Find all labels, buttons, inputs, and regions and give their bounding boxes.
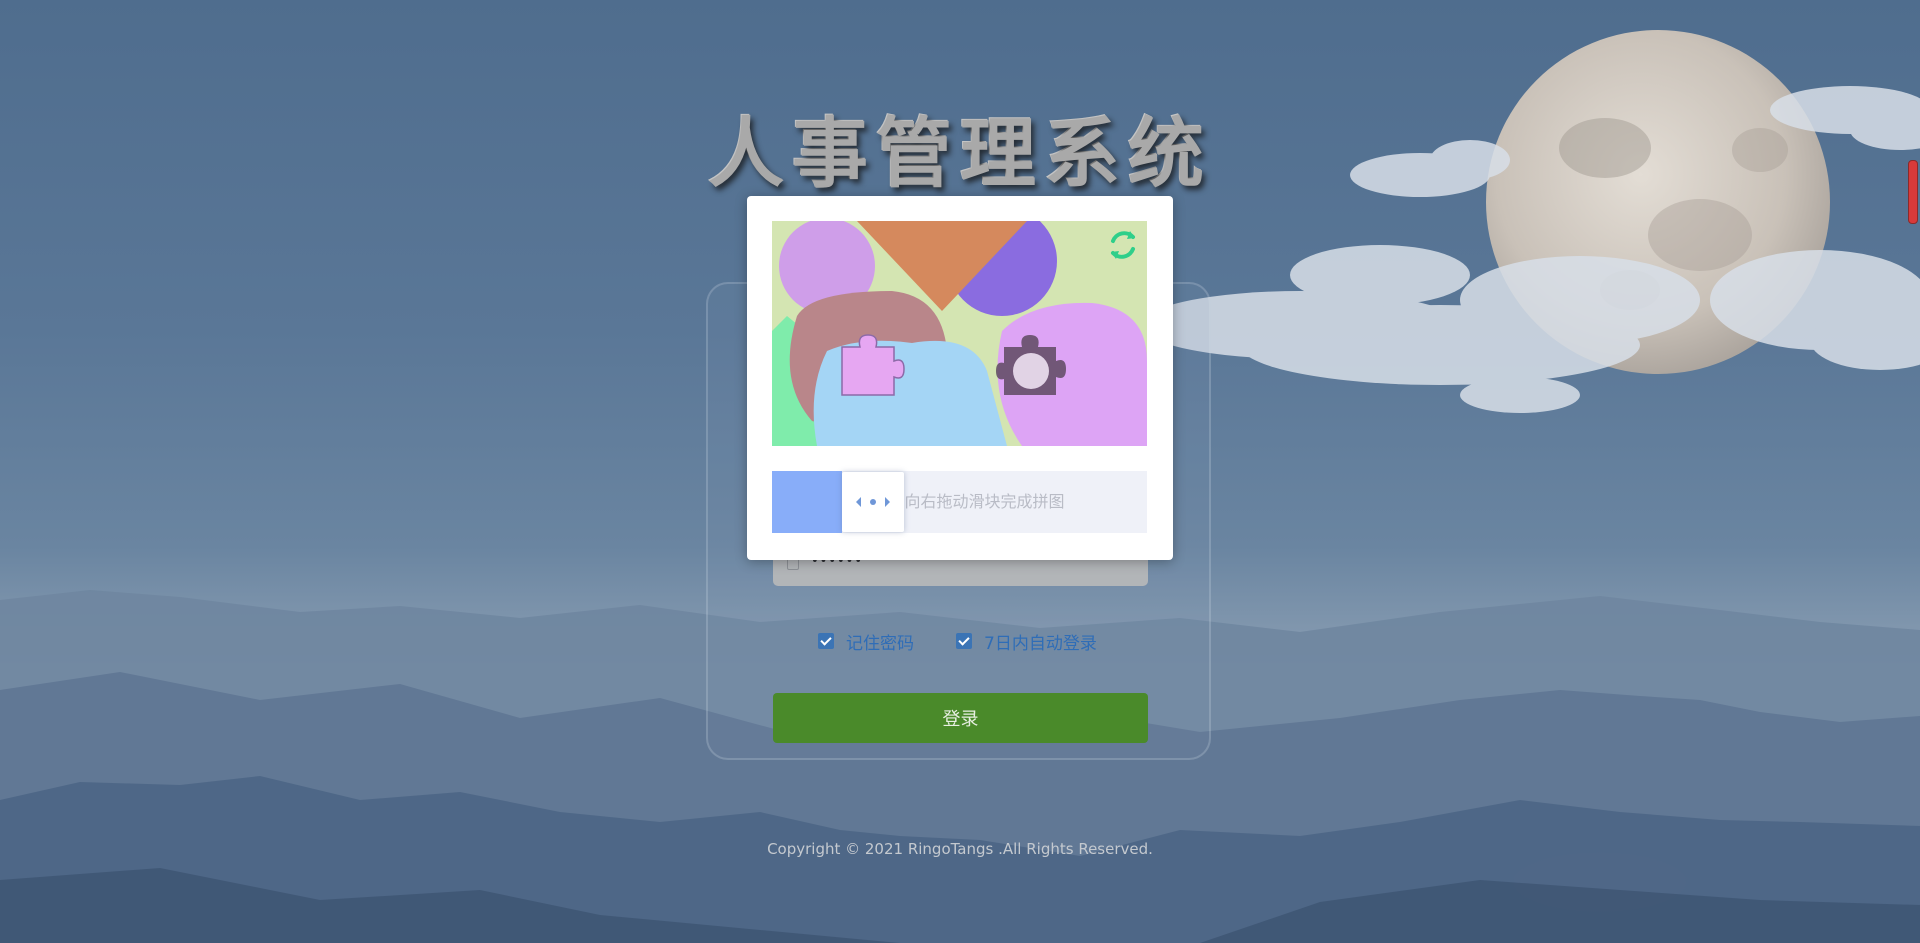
slider-captcha-popup: 向右拖动滑块完成拼图: [747, 196, 1173, 560]
remember-password-checkbox[interactable]: [818, 633, 834, 649]
auto-login-option[interactable]: 7日内自动登录: [956, 630, 1097, 654]
captcha-slider-handle[interactable]: [842, 472, 904, 532]
captcha-puzzle-image: [772, 221, 1147, 446]
copyright-text: Copyright © 2021 RingoTangs .All Rights …: [767, 840, 1153, 858]
side-scroll-handle[interactable]: [1908, 160, 1918, 224]
login-button[interactable]: 登录: [773, 693, 1148, 743]
page-title: 人事管理系统: [708, 109, 1212, 198]
remember-password-option[interactable]: 记住密码: [818, 630, 914, 654]
refresh-icon[interactable]: [1103, 225, 1143, 265]
drag-arrows-icon: [856, 497, 890, 507]
captcha-slider-track[interactable]: 向右拖动滑块完成拼图: [772, 471, 1147, 533]
login-page: 人事管理系统 •••••• 记住密码 7日内自动登录 登录 Copyright …: [0, 0, 1920, 943]
auto-login-checkbox[interactable]: [956, 633, 972, 649]
remember-password-label: 记住密码: [846, 633, 914, 654]
auto-login-label: 7日内自动登录: [984, 633, 1097, 654]
